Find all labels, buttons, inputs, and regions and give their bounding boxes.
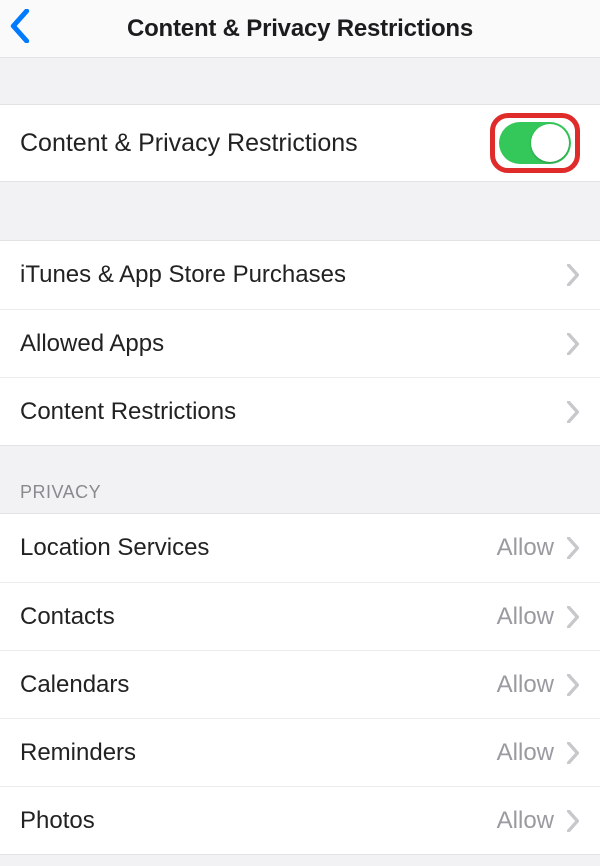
chevron-right-icon [566,606,580,628]
row-label: Content Restrictions [20,398,566,426]
row-contacts[interactable]: Contacts Allow [0,582,600,650]
section-header-privacy: PRIVACY [0,446,600,513]
group-main-toggle: Content & Privacy Restrictions [0,104,600,182]
toggle-highlight [490,113,580,173]
row-label: Calendars [20,671,497,699]
spacer [0,182,600,240]
row-value: Allow [497,671,554,699]
row-label: Content & Privacy Restrictions [20,129,490,158]
row-label: Photos [20,807,497,835]
row-itunes-app-store-purchases[interactable]: iTunes & App Store Purchases [0,241,600,309]
chevron-right-icon [566,742,580,764]
row-label: iTunes & App Store Purchases [20,261,566,289]
chevron-right-icon [566,810,580,832]
chevron-right-icon [566,401,580,423]
row-label: Reminders [20,739,497,767]
group-privacy: Location Services Allow Contacts Allow C… [0,513,600,855]
page-title: Content & Privacy Restrictions [127,15,473,43]
chevron-right-icon [566,674,580,696]
chevron-right-icon [566,264,580,286]
row-content-privacy-toggle[interactable]: Content & Privacy Restrictions [0,105,600,181]
row-value: Allow [497,534,554,562]
row-calendars[interactable]: Calendars Allow [0,650,600,718]
row-photos[interactable]: Photos Allow [0,786,600,854]
row-value: Allow [497,603,554,631]
back-button[interactable] [10,0,30,57]
row-label: Contacts [20,603,497,631]
chevron-right-icon [566,333,580,355]
row-location-services[interactable]: Location Services Allow [0,514,600,582]
row-label: Allowed Apps [20,330,566,358]
chevron-right-icon [566,537,580,559]
content-privacy-toggle[interactable] [499,122,571,164]
toggle-knob [531,124,569,162]
row-value: Allow [497,739,554,767]
chevron-left-icon [10,9,30,48]
row-content-restrictions[interactable]: Content Restrictions [0,377,600,445]
group-restrictions: iTunes & App Store Purchases Allowed App… [0,240,600,446]
nav-header: Content & Privacy Restrictions [0,0,600,58]
spacer [0,58,600,104]
row-allowed-apps[interactable]: Allowed Apps [0,309,600,377]
row-reminders[interactable]: Reminders Allow [0,718,600,786]
row-value: Allow [497,807,554,835]
row-label: Location Services [20,534,497,562]
